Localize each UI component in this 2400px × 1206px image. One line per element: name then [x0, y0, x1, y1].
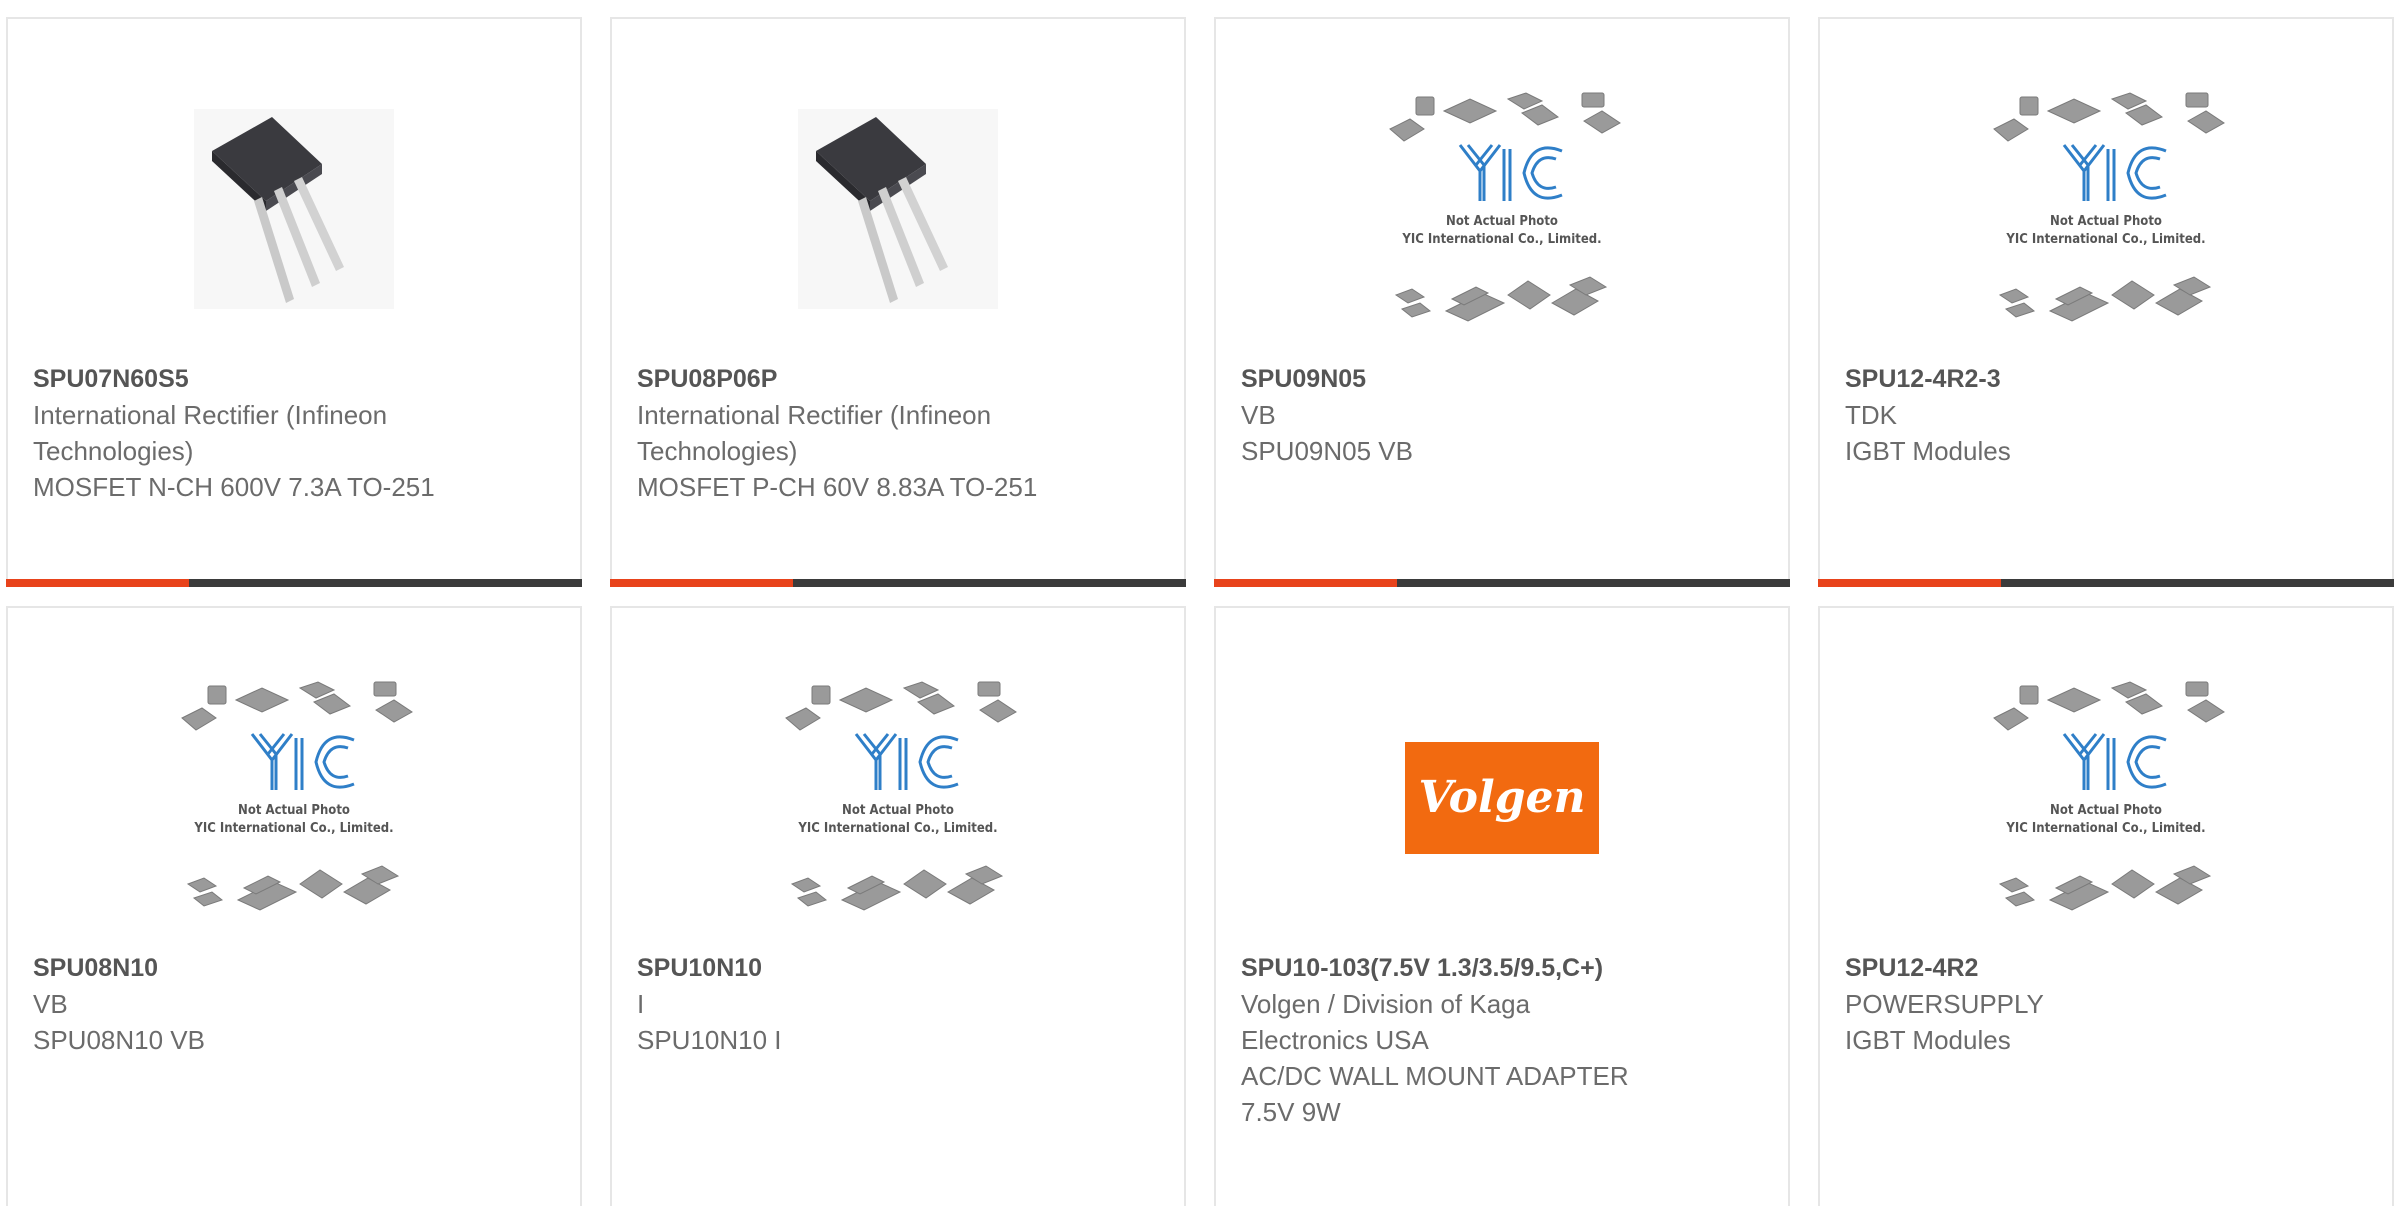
- product-card[interactable]: Volgen SPU10-103(7.5V 1.3/3.5/9.5,C+) Vo…: [1214, 606, 1790, 1206]
- card-accent: [6, 579, 189, 587]
- product-image: [612, 59, 1184, 359]
- part-number[interactable]: SPU10N10: [637, 950, 1057, 986]
- product-card[interactable]: SPU09N05 VB SPU09N05 VB: [1214, 17, 1790, 587]
- description: MOSFET N-CH 600V 7.3A TO-251: [33, 472, 435, 502]
- yic-placeholder-image: [1992, 680, 2226, 912]
- manufacturer: POWERSUPPLY: [1845, 989, 2044, 1019]
- card-bottom-bar: [6, 579, 582, 587]
- description: IGBT Modules: [1845, 436, 2011, 466]
- description: SPU09N05 VB: [1241, 436, 1413, 466]
- part-number[interactable]: SPU12-4R2-3: [1845, 361, 2265, 397]
- manufacturer: International Rectifier (Infineon Techno…: [33, 400, 388, 466]
- product-card[interactable]: SPU08N10 VB SPU08N10 VB: [6, 606, 582, 1206]
- product-card[interactable]: SPU12-4R2-3 TDK IGBT Modules: [1818, 17, 2394, 587]
- description: AC/DC WALL MOUNT ADAPTER 7.5V 9W: [1241, 1061, 1629, 1127]
- product-image: [8, 648, 580, 948]
- product-grid: SPU07N60S5 International Rectifier (Infi…: [0, 0, 2400, 1206]
- card-bottom-bar: [1214, 579, 1790, 587]
- product-image: [1820, 59, 2392, 359]
- card-accent: [1214, 579, 1397, 587]
- manufacturer: International Rectifier (Infineon Techno…: [637, 400, 992, 466]
- manufacturer: I: [637, 989, 645, 1019]
- description: SPU08N10 VB: [33, 1025, 205, 1055]
- svg-text:Volgen: Volgen: [1419, 772, 1586, 823]
- description: IGBT Modules: [1845, 1025, 2011, 1055]
- card-bottom-bar: [1818, 579, 2394, 587]
- card-bottom-bar: [610, 579, 1186, 587]
- part-number[interactable]: SPU12-4R2: [1845, 950, 2265, 986]
- yic-placeholder-image: [784, 680, 1018, 912]
- product-image: [1216, 59, 1788, 359]
- yic-placeholder-image: [1992, 91, 2226, 323]
- manufacturer: VB: [1241, 400, 1276, 430]
- yic-placeholder-image: [1388, 91, 1622, 323]
- yic-placeholder-image: [180, 680, 414, 912]
- manufacturer: VB: [33, 989, 68, 1019]
- manufacturer: Volgen / Division of Kaga Electronics US…: [1241, 989, 1531, 1055]
- product-card[interactable]: SPU12-4R2 POWERSUPPLY IGBT Modules: [1818, 606, 2394, 1206]
- volgen-logo: Volgen: [1405, 742, 1599, 854]
- description: SPU10N10 I: [637, 1025, 782, 1055]
- manufacturer: TDK: [1845, 400, 1897, 430]
- part-number[interactable]: SPU08P06P: [637, 361, 1057, 397]
- product-card[interactable]: SPU10N10 I SPU10N10 I: [610, 606, 1186, 1206]
- product-image: [8, 59, 580, 359]
- part-number[interactable]: SPU08N10: [33, 950, 453, 986]
- card-accent: [1818, 579, 2001, 587]
- product-image: [612, 648, 1184, 948]
- description: MOSFET P-CH 60V 8.83A TO-251: [637, 472, 1038, 502]
- part-number[interactable]: SPU10-103(7.5V 1.3/3.5/9.5,C+): [1241, 950, 1801, 986]
- product-card[interactable]: SPU08P06P International Rectifier (Infin…: [610, 17, 1186, 587]
- to-251-package-photo: [798, 109, 998, 309]
- to-251-package-photo: [194, 109, 394, 309]
- part-number[interactable]: SPU07N60S5: [33, 361, 453, 397]
- product-image: Volgen: [1216, 648, 1788, 948]
- product-card[interactable]: SPU07N60S5 International Rectifier (Infi…: [6, 17, 582, 587]
- product-image: [1820, 648, 2392, 948]
- part-number[interactable]: SPU09N05: [1241, 361, 1661, 397]
- card-accent: [610, 579, 793, 587]
